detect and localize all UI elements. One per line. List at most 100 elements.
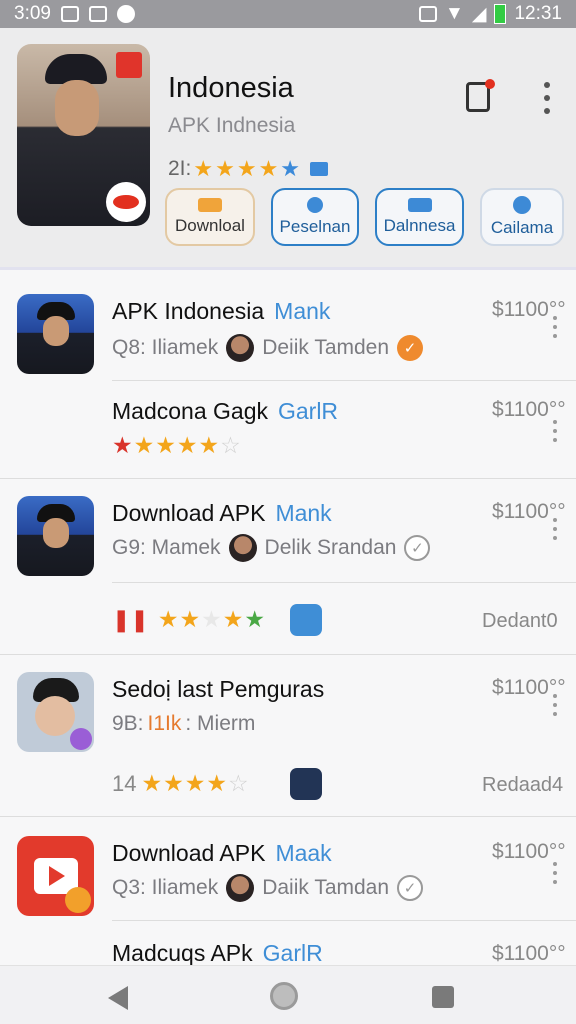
gallery-notification-icon (60, 6, 79, 22)
star-icon: ★ (157, 606, 179, 632)
star-icon: ★ (141, 770, 163, 796)
list-item[interactable]: Download APK Maak Q3: Iliamek Daiik Tamda… (0, 818, 576, 922)
overflow-menu-icon[interactable] (542, 82, 552, 114)
star-outline-icon: ☆ (227, 770, 249, 796)
star-icon: ★ (280, 156, 301, 181)
mail-label: Dalnnesa (383, 216, 456, 235)
app-thumbnail[interactable] (17, 294, 94, 374)
flag-badge-icon (116, 52, 142, 78)
notification-phone-icon[interactable] (466, 79, 495, 112)
check-badge-icon: ✓ (397, 335, 424, 361)
item-menu-icon[interactable] (553, 694, 559, 716)
item-title: Madcuqs APk GarlR (112, 940, 323, 966)
compass-button[interactable]: Cailama (480, 188, 564, 246)
compass-label: Cailama (490, 218, 554, 237)
item-accent: GarlR (277, 398, 339, 424)
item-status: Redaad4 (482, 774, 564, 796)
item-menu-icon[interactable] (553, 420, 559, 442)
item-accent: GarlR (262, 940, 323, 966)
app-icon[interactable] (17, 44, 150, 226)
item-title: APK Indonesia Mank (112, 298, 331, 324)
star-icon: ★ (198, 432, 220, 458)
flag-icon (310, 162, 329, 176)
list-item[interactable]: ❚❚ ★ ★ ★ ★ ★ Dedant0 (0, 584, 576, 655)
star-icon: ★ (258, 156, 279, 181)
author-avatar (228, 534, 257, 562)
download-icon (198, 198, 222, 212)
item-title: Download APK Mank (112, 500, 332, 526)
item-price: $1100°° (492, 840, 566, 863)
check-badge-icon: ✓ (397, 875, 424, 901)
download-label: Downloal (175, 216, 245, 235)
item-accent: Maak (275, 840, 332, 866)
item-accent: Mank (275, 500, 332, 526)
app-header: Indonesia APK Indnesia 2I: ★ ★ ★ ★ ★ Dow… (0, 28, 576, 270)
item-subtitle: G9: Mamek Delik Srandan ✓ (112, 534, 431, 562)
item-menu-icon[interactable] (553, 862, 559, 884)
officer-face (55, 80, 99, 136)
item-rating: ❚❚ ★ ★ ★ ★ ★ (112, 606, 265, 633)
star-icon: ★ (206, 770, 227, 796)
edit-notification-icon (88, 6, 107, 22)
list-item[interactable]: APK Indonesia Mank Q8: Iliamek Deiik Tamd… (0, 270, 576, 381)
back-icon[interactable] (108, 986, 128, 1010)
author-name: Delik Srandan (264, 536, 397, 559)
bars-icon: ❚❚ (112, 606, 149, 632)
list-item[interactable]: Sedoị last Pemguras 9B: I1Ik : Mierm $11… (0, 654, 576, 752)
item-accent: Mank (274, 298, 331, 324)
rating-prefix: 2I: (168, 157, 192, 180)
search-button[interactable]: Peselnan (271, 188, 359, 246)
star-icon: ★ (133, 432, 155, 458)
divider (0, 816, 576, 817)
item-subtitle: Q3: Iliamek Daiik Tamdan ✓ (112, 874, 424, 902)
author-name: Deiik Tamden (262, 336, 390, 359)
item-title: Download APK Maak (112, 840, 332, 866)
star-icon: ★ (215, 156, 235, 181)
battery-icon (494, 4, 507, 24)
list-item[interactable]: Madcuqs APk GarlR $1100°° (0, 922, 576, 966)
messenger-notification-icon (116, 5, 135, 23)
item-menu-icon[interactable] (553, 316, 559, 338)
app-thumbnail[interactable] (17, 496, 94, 576)
wifi-icon: ▼ (445, 3, 464, 24)
mail-icon (407, 198, 432, 212)
compass-icon (513, 196, 531, 214)
divider (0, 478, 576, 479)
status-time: 3:09 (14, 3, 51, 24)
star-icon: ★ (112, 432, 133, 458)
app-thumbnail[interactable] (17, 672, 94, 752)
item-subtitle: Q8: Iliamek Deiik Tamden ✓ (112, 334, 424, 362)
search-icon (307, 197, 323, 213)
signal-icon: ◢ (471, 3, 487, 25)
status-bar: 3:09 ▼ ◢ 12:31 (0, 0, 576, 28)
divider (112, 582, 576, 583)
item-title: Madcona Gagk GarlR (112, 398, 339, 424)
download-button[interactable]: Downloal (165, 188, 255, 246)
star-icon: ★ (176, 432, 198, 458)
item-rating: 14 ★ ★ ★ ★ ☆ (112, 770, 249, 797)
list-item[interactable]: Download APK Mank G9: Mamek Delik Srandan… (0, 480, 576, 584)
item-title: Sedoị last Pemguras (112, 676, 325, 702)
header-rating: 2I: ★ ★ ★ ★ ★ (168, 156, 329, 182)
star-icon: ★ (236, 156, 257, 181)
app-thumbnail[interactable] (17, 836, 94, 916)
app-badge-icon[interactable] (290, 604, 322, 636)
star-icon: ★ (179, 606, 201, 632)
page-title: Indonesia (168, 72, 294, 104)
page-subtitle: APK Indnesia (168, 114, 296, 137)
check-badge-icon: ✓ (404, 535, 431, 561)
home-icon[interactable] (270, 982, 298, 1010)
lips-badge-icon (106, 182, 146, 222)
app-badge-icon[interactable] (290, 768, 322, 800)
system-nav-bar (0, 965, 576, 1024)
mail-button[interactable]: Dalnnesa (375, 188, 464, 246)
vibrate-icon (419, 6, 438, 22)
list-item[interactable]: Madcona Gagk GarlR ★ ★ ★ ★ ★ ☆ $1100°° (0, 380, 576, 480)
list-item[interactable]: 14 ★ ★ ★ ★ ☆ Redaad4 (0, 752, 576, 818)
sub-highlight: I1Ik (147, 712, 182, 735)
recent-apps-icon[interactable] (432, 986, 454, 1008)
star-icon: ★ (163, 770, 184, 796)
item-status: Dedant0 (482, 610, 558, 632)
item-menu-icon[interactable] (553, 518, 559, 540)
status-clock: 12:31 (514, 3, 562, 24)
